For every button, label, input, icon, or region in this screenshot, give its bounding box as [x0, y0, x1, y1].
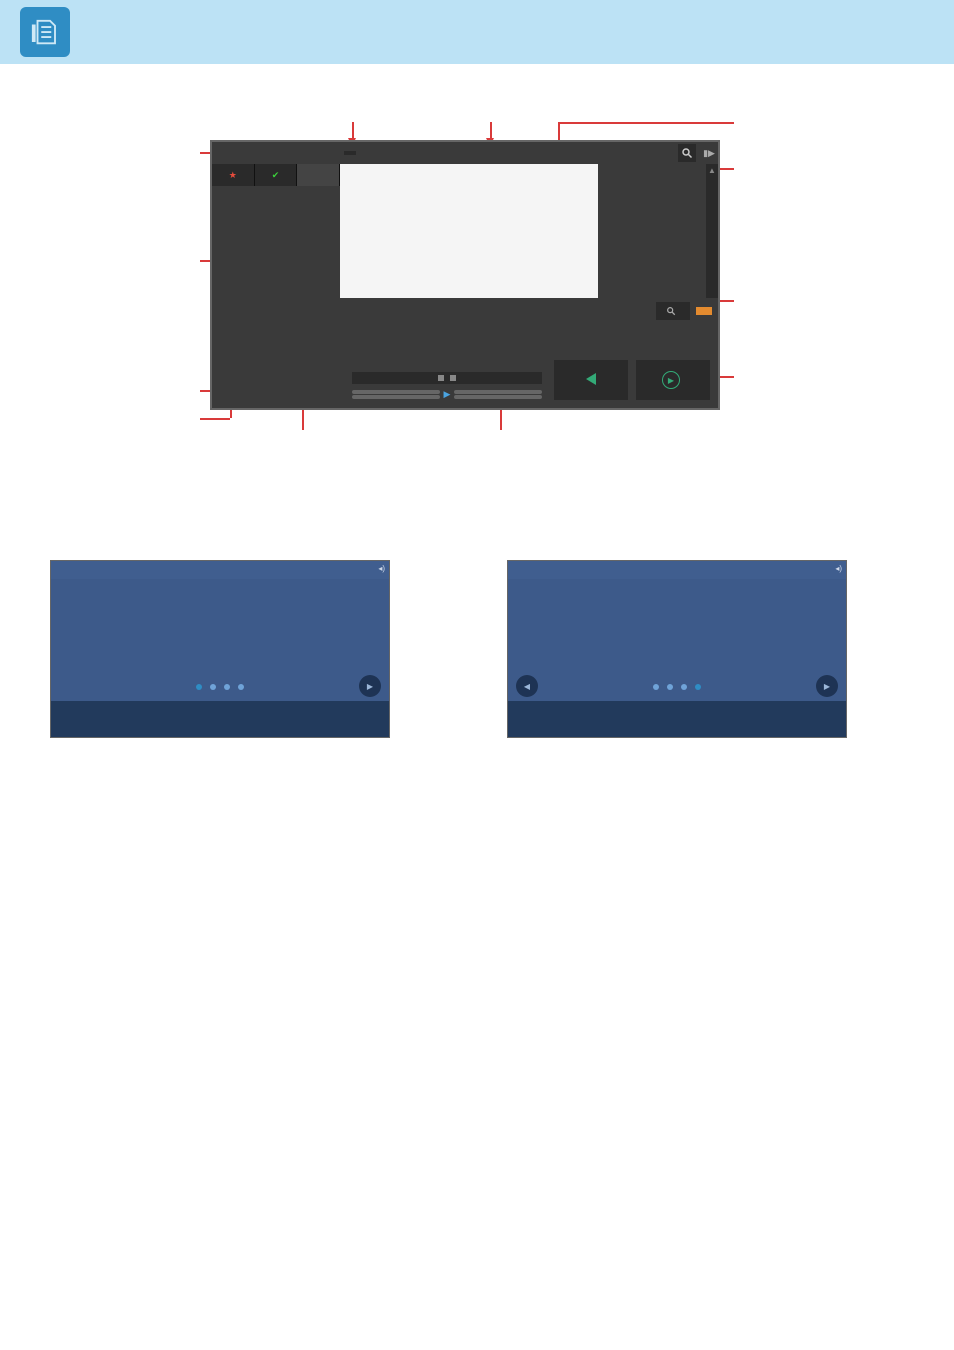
easy-mode-column: ◂) ▶ [50, 550, 447, 738]
start-button[interactable]: ▶ [636, 360, 710, 400]
two-column-modes: ◂) ▶ ◂) [50, 550, 904, 738]
pin-row: ★ ✔ [212, 164, 340, 186]
arrow [200, 418, 230, 420]
bottom-bar [51, 701, 389, 737]
others-button[interactable] [297, 164, 340, 186]
size-bar-icon [352, 372, 542, 384]
page-body: ▮▶ ★ ✔ ▲ ▼ [0, 64, 954, 838]
nav-next-icon[interactable]: ▶ [816, 675, 838, 697]
speaker-icon [586, 373, 596, 385]
page-header [0, 0, 954, 64]
arrow [558, 122, 734, 124]
sound-icon: ◂) [835, 564, 842, 573]
page-dots [51, 677, 389, 697]
search-icon[interactable] [678, 144, 696, 162]
start-icon: ▶ [662, 371, 680, 389]
size-display: ▶ [352, 372, 542, 400]
callout-scan-preview [734, 198, 904, 214]
dot[interactable] [196, 684, 202, 690]
arrow [500, 410, 502, 430]
ca-button[interactable] [696, 307, 712, 315]
favorite-icon[interactable]: ★ [212, 164, 255, 186]
scan-size-auto[interactable] [352, 390, 440, 394]
page-dots [508, 677, 846, 697]
home-screen-easy: ◂) ▶ [50, 560, 390, 738]
dot[interactable] [210, 684, 216, 690]
timebar: ◂) [51, 561, 389, 579]
dot[interactable] [653, 684, 659, 690]
panel-bottom: ▶ [340, 298, 718, 408]
next-address-icon[interactable]: ▮▶ [700, 144, 718, 162]
tile-row [69, 587, 371, 673]
address-book-tab[interactable] [344, 151, 356, 155]
dot[interactable] [238, 684, 244, 690]
check-icon[interactable]: ✔ [255, 164, 298, 186]
scroll-up-icon[interactable]: ▲ [708, 164, 716, 177]
sound-icon: ◂) [378, 564, 385, 573]
send-size-auto[interactable] [454, 390, 542, 394]
fax-number-field[interactable] [380, 146, 674, 160]
nav-prev-icon[interactable]: ◀ [516, 675, 538, 697]
scan-size-a4[interactable] [352, 395, 440, 399]
panel-topbar: ▮▶ [340, 142, 718, 164]
fax-chapter-icon [20, 7, 70, 57]
timebar: ◂) [508, 561, 846, 579]
reception-memory [398, 399, 406, 406]
fax-panel: ▮▶ ★ ✔ ▲ ▼ [210, 140, 720, 410]
home-screen-normal: ◂) ▶ ◀ [507, 560, 847, 738]
preview-button[interactable] [656, 302, 690, 320]
size-arrow-icon: ▶ [444, 389, 451, 400]
dot[interactable] [667, 684, 673, 690]
dot[interactable] [224, 684, 230, 690]
annotated-screenshot: ▮▶ ★ ✔ ▲ ▼ [40, 110, 900, 510]
dot[interactable] [681, 684, 687, 690]
arrow [302, 410, 304, 430]
bottom-bar [508, 701, 846, 737]
nav-next-icon[interactable]: ▶ [359, 675, 381, 697]
panel-left-column: ★ ✔ [212, 142, 340, 408]
send-size-a4[interactable] [454, 395, 542, 399]
normal-mode-column: ◂) ▶ ◀ [507, 550, 904, 738]
arrow [558, 122, 560, 142]
speaker-button[interactable] [554, 360, 628, 400]
tile-row [526, 587, 828, 673]
dot[interactable] [695, 684, 701, 690]
